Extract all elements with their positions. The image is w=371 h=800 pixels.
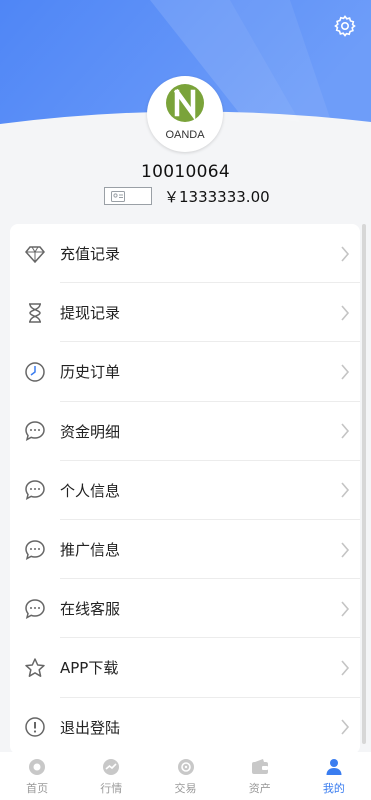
star-icon [25,658,45,677]
hourglass-icon [29,303,41,323]
menu-item-promotion-info[interactable]: 推广信息 [10,520,360,580]
chat-bubble-icon [25,480,45,501]
tab-home[interactable]: 首页 [0,752,74,800]
menu-item-fund-details[interactable]: 资金明细 [10,402,360,461]
tab-trade[interactable]: 交易 [148,752,222,800]
chat-bubble-icon [25,539,45,560]
chevron-right-icon [341,246,350,262]
menu-item-personal-info[interactable]: 个人信息 [10,461,360,520]
tab-label: 交易 [174,781,197,795]
chevron-right-icon [341,482,350,498]
tab-label: 首页 [26,781,49,795]
chevron-right-icon [341,364,350,380]
chevron-right-icon [341,305,350,321]
bottom-tab-bar: 首页 行情 交易 资产 我的 [0,752,371,800]
home-icon [29,758,46,775]
exchange-icon [177,758,194,775]
chat-bubble-icon [25,598,45,619]
user-icon [326,758,342,775]
menu-item-logout[interactable]: 退出登陆 [10,698,360,755]
menu-item-withdraw-records[interactable]: 提现记录 [10,283,360,343]
tab-label: 行情 [100,781,123,795]
chevron-right-icon [341,423,350,439]
menu-item-online-service[interactable]: 在线客服 [10,579,360,639]
oanda-logo: OANDA [165,84,205,141]
tab-label: 资产 [248,781,271,795]
clock-icon [25,362,45,382]
logo-text: OANDA [165,129,205,141]
tab-assets[interactable]: 资产 [223,752,297,800]
chevron-right-icon [341,660,350,676]
diamond-icon [25,245,45,263]
menu-item-label: 推广信息 [60,541,121,560]
tab-market[interactable]: 行情 [74,752,148,800]
menu-list: 充值记录 提现记录 历史订单 资金明细 个人信息 推广信息 在线客服 APP下载… [10,224,360,754]
menu-item-label: APP下载 [60,659,119,678]
chat-bubble-icon [25,421,45,442]
tab-label: 我的 [322,781,345,795]
menu-item-label: 个人信息 [60,481,121,500]
id-card-icon [111,190,125,202]
tab-mine[interactable]: 我的 [297,752,371,800]
menu-item-history-orders[interactable]: 历史订单 [10,342,360,402]
avatar: OANDA [147,76,223,152]
verification-badge [104,187,152,205]
trend-icon [103,758,120,775]
chevron-right-icon [341,601,350,617]
menu-item-label: 在线客服 [60,600,121,619]
balance-row: ￥1333333.00 [104,186,270,206]
scrollbar[interactable] [362,224,366,744]
menu-item-label: 资金明细 [60,422,121,441]
menu-item-label: 退出登陆 [60,718,121,737]
chevron-right-icon [341,542,350,558]
menu-item-label: 充值记录 [60,245,121,264]
menu-item-label: 历史订单 [60,363,121,382]
user-id: 10010064 [141,162,230,182]
gear-icon[interactable] [333,14,357,38]
exclamation-circle-icon [25,717,45,737]
chevron-right-icon [341,719,350,735]
menu-item-label: 提现记录 [60,304,121,323]
menu-item-recharge-records[interactable]: 充值记录 [10,224,360,284]
wallet-icon [251,758,268,774]
menu-item-app-download[interactable]: APP下载 [10,638,360,698]
balance-amount: ￥1333333.00 [164,187,270,206]
